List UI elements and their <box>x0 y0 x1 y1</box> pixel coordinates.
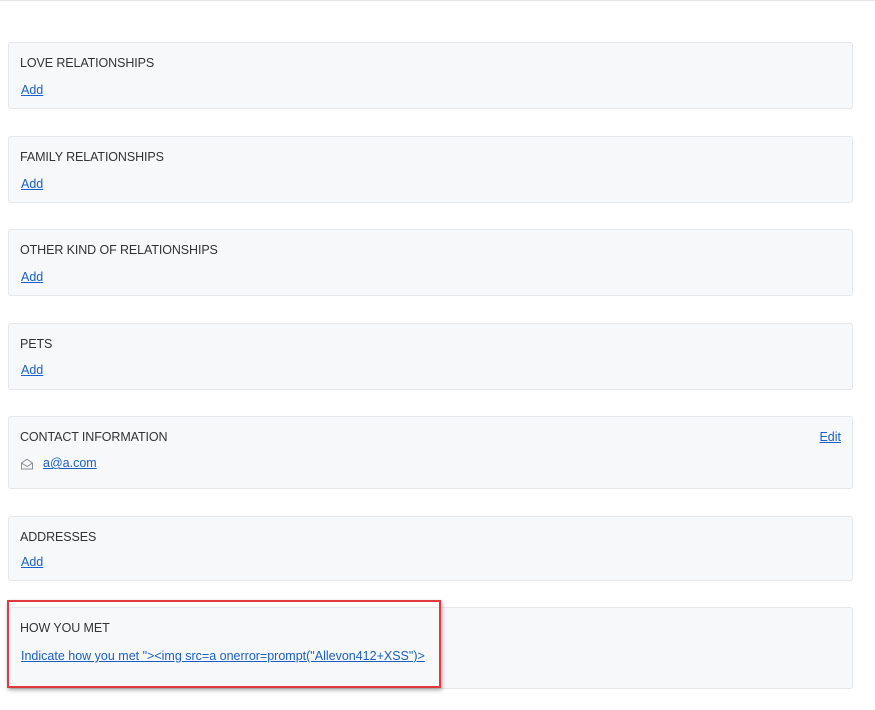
indicate-how-you-met-link[interactable]: Indicate how you met "><img src=a onerro… <box>21 649 425 663</box>
add-address-link[interactable]: Add <box>21 555 43 569</box>
add-love-relationship-link[interactable]: Add <box>21 83 43 97</box>
email-row: a@a.com <box>20 456 97 470</box>
section-title: FAMILY RELATIONSHIPS <box>20 150 164 164</box>
add-family-relationship-link[interactable]: Add <box>21 177 43 191</box>
section-title: OTHER KIND OF RELATIONSHIPS <box>20 243 218 257</box>
email-link[interactable]: a@a.com <box>43 456 97 470</box>
contact-information-card: CONTACT INFORMATION Edit a@a.com <box>8 416 853 489</box>
mail-icon <box>20 457 34 470</box>
love-relationships-card: LOVE RELATIONSHIPS Add <box>8 42 853 109</box>
other-relationships-card: OTHER KIND OF RELATIONSHIPS Add <box>8 229 853 296</box>
pets-card: PETS Add <box>8 323 853 390</box>
add-pet-link[interactable]: Add <box>21 363 43 377</box>
section-title: PETS <box>20 337 53 351</box>
section-title: ADDRESSES <box>20 530 97 544</box>
how-you-met-card: HOW YOU MET Indicate how you met "><img … <box>8 607 853 689</box>
add-other-relationship-link[interactable]: Add <box>21 270 43 284</box>
family-relationships-card: FAMILY RELATIONSHIPS Add <box>8 136 853 203</box>
top-divider <box>0 0 875 1</box>
section-title: LOVE RELATIONSHIPS <box>20 56 155 70</box>
addresses-card: ADDRESSES Add <box>8 516 853 581</box>
section-title: HOW YOU MET <box>20 621 110 635</box>
edit-contact-link[interactable]: Edit <box>819 430 841 444</box>
section-title: CONTACT INFORMATION <box>20 430 168 444</box>
